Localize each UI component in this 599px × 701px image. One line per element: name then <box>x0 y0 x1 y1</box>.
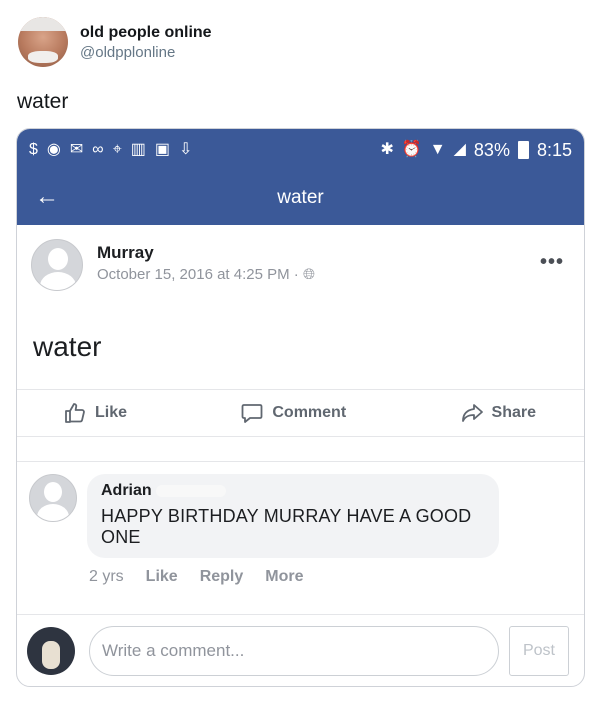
comment-actions: 2 yrs Like Reply More <box>89 568 499 586</box>
dollar-icon: $ <box>29 141 38 158</box>
comment-main: Adrian HAPPY BIRTHDAY MURRAY HAVE A GOOD… <box>87 474 499 586</box>
avatar-beard <box>28 51 58 63</box>
comment-bubble: Adrian HAPPY BIRTHDAY MURRAY HAVE A GOOD… <box>87 474 499 558</box>
avatar-hair <box>18 17 68 31</box>
current-user-avatar[interactable] <box>27 626 75 675</box>
comment-more-link[interactable]: More <box>265 568 303 586</box>
image-icon: ▣ <box>154 141 170 158</box>
download-icon: ⇩ <box>178 141 193 158</box>
post-header: Murray October 15, 2016 at 4:25 PM · 🌐︎ … <box>31 239 570 291</box>
maps-icon: ⌖ <box>112 141 122 158</box>
post-comment-button[interactable]: Post <box>509 625 569 676</box>
tweet-header: old people online @oldpplonline <box>18 16 212 68</box>
comment-age: 2 yrs <box>89 568 124 585</box>
comment-button[interactable]: Comment <box>240 401 346 425</box>
phone-screenshot: $ ◉ ✉ ∞ ⌖ ▥ ▣ ⇩ ✱ ⏰ ▼ ◢ 83% 8:15 ← water… <box>16 128 585 687</box>
comment-icon <box>241 404 263 423</box>
commenter-avatar[interactable] <box>29 474 77 522</box>
post-timestamp[interactable]: October 15, 2016 at 4:25 PM · <box>97 266 299 283</box>
comment-author-row: Adrian <box>101 482 483 500</box>
comment-author[interactable]: Adrian <box>101 482 152 499</box>
comment-like-link[interactable]: Like <box>146 568 178 586</box>
page-title: water <box>277 187 324 208</box>
barcode-icon: ▥ <box>130 141 146 158</box>
battery-icon <box>517 141 529 159</box>
comment-text: HAPPY BIRTHDAY MURRAY HAVE A GOOD ONE <box>101 506 472 547</box>
author-avatar[interactable] <box>31 239 83 291</box>
comment-label: Comment <box>272 404 347 421</box>
post-actions: Like Comment Share <box>17 389 584 437</box>
alarm-icon: ⏰ <box>401 141 422 158</box>
comment-reply-link[interactable]: Reply <box>200 568 244 586</box>
section-divider <box>17 437 584 462</box>
notification-icons: $ ◉ ✉ ∞ ⌖ ▥ ▣ ⇩ <box>29 142 192 158</box>
post-body: water <box>33 331 102 362</box>
signal-icon: ◢ <box>453 141 466 158</box>
messenger-icon: ◉ <box>46 141 61 158</box>
share-button[interactable]: Share <box>460 401 536 425</box>
post: Murray October 15, 2016 at 4:25 PM · 🌐︎ … <box>17 225 584 389</box>
globe-icon: 🌐︎ <box>302 266 315 283</box>
clock: 8:15 <box>536 139 572 160</box>
author-name[interactable]: Murray <box>97 243 315 263</box>
like-button[interactable]: Like <box>63 401 127 425</box>
status-bar: $ ◉ ✉ ∞ ⌖ ▥ ▣ ⇩ ✱ ⏰ ▼ ◢ 83% 8:15 <box>17 129 584 171</box>
comment-input[interactable] <box>89 625 499 676</box>
author-block: Murray October 15, 2016 at 4:25 PM · 🌐︎ <box>97 243 315 283</box>
tweet-text: water <box>17 90 69 113</box>
voicemail-icon: ∞ <box>92 141 104 158</box>
more-options-icon[interactable]: ••• <box>540 251 564 274</box>
system-status: ✱ ⏰ ▼ ◢ 83% 8:15 <box>380 140 572 161</box>
battery-percent: 83% <box>473 139 510 160</box>
post-meta: October 15, 2016 at 4:25 PM · 🌐︎ <box>97 266 315 283</box>
share-icon <box>461 404 483 422</box>
tweet-avatar[interactable] <box>18 17 68 67</box>
thumbs-up-icon <box>65 403 85 423</box>
app-title-bar: ← water <box>17 171 584 225</box>
comment: Adrian HAPPY BIRTHDAY MURRAY HAVE A GOOD… <box>17 462 584 586</box>
tweet-display-name[interactable]: old people online <box>80 24 212 42</box>
comment-composer: Post <box>17 614 584 686</box>
redacted-name <box>155 484 226 497</box>
tweet-handle[interactable]: @oldpplonline <box>80 44 212 61</box>
like-label: Like <box>95 404 128 421</box>
wifi-icon: ▼ <box>429 141 446 158</box>
tweet-names: old people online @oldpplonline <box>80 24 212 61</box>
back-arrow-icon[interactable]: ← <box>35 183 59 211</box>
gmail-icon: ✉ <box>69 141 84 158</box>
bluetooth-icon: ✱ <box>380 141 394 158</box>
share-label: Share <box>491 404 536 421</box>
